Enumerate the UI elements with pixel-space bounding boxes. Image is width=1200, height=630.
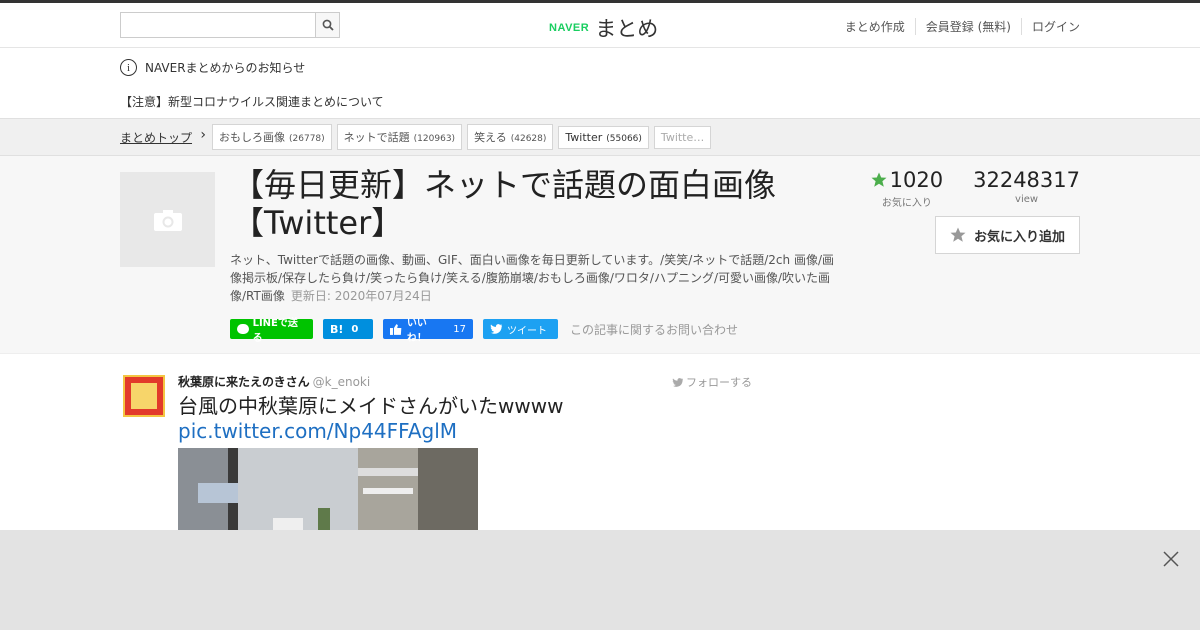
tweet-handle: @k_enoki [312, 375, 371, 389]
tag-count: (26778) [289, 134, 325, 144]
tweet-button[interactable]: ツイート [483, 319, 558, 339]
tag-count: (120963) [413, 134, 456, 144]
article-header: 【毎日更新】ネットで話題の面白画像【Twitter】 ネット、Twitterで話… [0, 156, 1200, 354]
breadcrumb: まとめトップ おもしろ画像(26778) ネットで話題(120963) 笑える(… [0, 118, 1200, 156]
hatena-icon: B! [330, 322, 344, 336]
tag-twitter[interactable]: Twitter (55066) [558, 125, 649, 149]
line-share-button[interactable]: LINEで送る [230, 318, 313, 344]
tweet-text: 台風の中秋葉原にメイドさんがいたwwww [178, 394, 564, 418]
logo-brand: NAVER [549, 22, 590, 34]
site-logo[interactable]: NAVER まとめ [549, 13, 658, 43]
tag-net-wadai[interactable]: ネットで話題 (120963) [336, 124, 463, 150]
notice-area: i NAVERまとめからのお知らせ 【注意】新型コロナウイルス関連まとめについて [0, 48, 1200, 118]
avatar[interactable] [123, 375, 165, 417]
star-outline-icon [950, 227, 966, 242]
follow-label: フォローする [686, 376, 752, 389]
tweet-image-link[interactable]: pic.twitter.com/Np44FFAglM [178, 419, 457, 443]
article-thumbnail [120, 172, 215, 267]
view-stat: 32248317 view [973, 168, 1080, 209]
tweet-author-name: 秋葉原に来たえのきさん [178, 375, 310, 389]
hatena-bookmark-button[interactable]: B! 0 [323, 319, 373, 339]
star-icon [871, 172, 887, 187]
search-icon [322, 19, 334, 31]
article-description: ネット、Twitterで話題の画像、動画、GIF、面白い画像を毎日更新しています… [230, 251, 845, 305]
contact-link[interactable]: この記事に関するお問い合わせ [570, 321, 738, 338]
tag-twitter-more[interactable]: Twitte… [653, 125, 712, 149]
updated-date: 更新日: 2020年07月24日 [290, 289, 432, 303]
hatena-count: 0 [351, 323, 359, 335]
favorite-stat: 1020 お気に入り [871, 168, 943, 209]
tweet-author[interactable]: 秋葉原に来たえのきさん @k_enoki [178, 373, 370, 390]
tag-count: (55066) [606, 133, 642, 144]
search-button[interactable] [315, 13, 339, 37]
tag-label: ネットで話題 [343, 131, 410, 144]
tag-label: 笑える [474, 131, 507, 144]
facebook-like-label: いいね！ [406, 318, 427, 344]
logo-text: まとめ [595, 17, 659, 41]
twitter-bird-icon [672, 378, 684, 387]
tweet-embed: 秋葉原に来たえのきさん @k_enoki フォローする 台風の中秋葉原にメイドさん… [0, 354, 1200, 554]
notice-title: NAVERまとめからのお知らせ [145, 61, 306, 75]
view-label: view [1015, 194, 1039, 205]
tag-count: (42628) [510, 134, 547, 144]
bottom-ad-banner [0, 530, 1200, 630]
follow-button[interactable]: フォローする [672, 374, 752, 390]
add-favorite-label: お気に入り追加 [973, 229, 1065, 245]
twitter-bird-icon [490, 324, 502, 334]
article-title: 【毎日更新】ネットで話題の面白画像【Twitter】 [232, 166, 777, 242]
tag-omoshiro[interactable]: おもしろ画像 (26778) [212, 124, 332, 150]
facebook-like-count: 17 [453, 323, 466, 335]
tag-waraeru[interactable]: 笑える (42628) [467, 124, 554, 150]
favorite-count: 1020 [889, 168, 944, 192]
site-header: NAVER まとめ まとめ作成 会員登録 (無料) ログイン [0, 3, 1200, 48]
thumbs-up-icon [390, 323, 402, 335]
tag-label: おもしろ画像 [219, 131, 286, 144]
tag-label: Twitter [565, 130, 603, 144]
favorite-label: お気に入り [881, 198, 932, 209]
notice-link[interactable]: 【注意】新型コロナウイルス関連まとめについて [120, 93, 384, 110]
facebook-like-button[interactable]: いいね！ 17 [383, 318, 473, 344]
search-input[interactable] [121, 13, 315, 37]
line-share-label: LINEで送る [252, 318, 298, 344]
close-icon[interactable] [1162, 550, 1180, 568]
share-buttons: LINEで送る B! 0 いいね！ 17 ツイート この記事に関するお問い合わせ [230, 318, 738, 344]
camera-icon [153, 209, 182, 231]
create-matome-link[interactable]: まとめ作成 [835, 18, 915, 35]
line-icon [237, 324, 249, 334]
tag-label: Twitte… [660, 130, 705, 144]
add-favorite-button[interactable]: お気に入り追加 [935, 216, 1080, 254]
breadcrumb-top-link[interactable]: まとめトップ [120, 127, 206, 146]
tweet-label: ツイート [507, 325, 547, 337]
search-box [120, 12, 340, 38]
register-link[interactable]: 会員登録 (無料) [914, 18, 1021, 35]
login-link[interactable]: ログイン [1020, 18, 1080, 35]
article-stats: 1020 お気に入り 32248317 view [841, 168, 1080, 209]
header-links: まとめ作成 会員登録 (無料) ログイン [835, 18, 1080, 35]
view-count: 32248317 [973, 168, 1080, 192]
notice-header: i NAVERまとめからのお知らせ [120, 59, 305, 76]
info-icon: i [120, 59, 137, 76]
